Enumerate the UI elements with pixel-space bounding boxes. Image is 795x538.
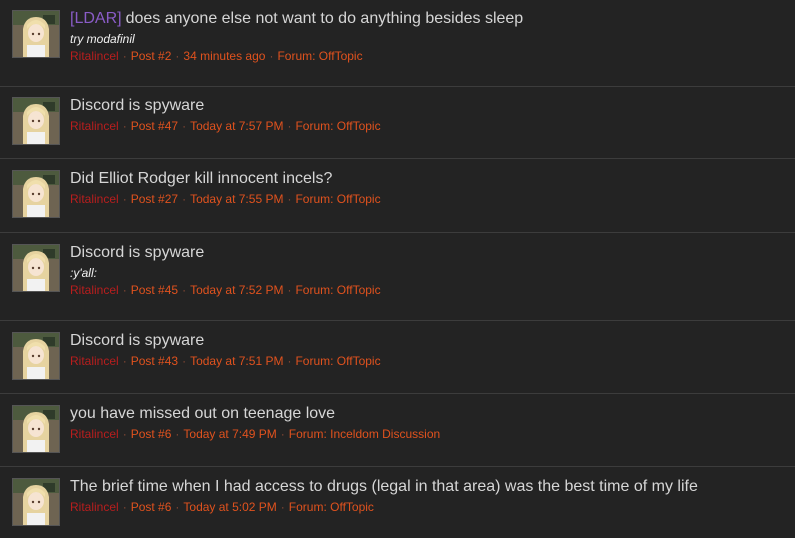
meta-separator: · (175, 427, 180, 441)
post-time: Today at 7:57 PM (190, 119, 284, 133)
post-number-link[interactable]: Post #47 (131, 119, 178, 133)
meta-separator: · (122, 500, 127, 514)
meta-separator: · (280, 500, 285, 514)
result-title: [LDAR] does anyone else not want to do an… (70, 8, 785, 30)
result-title: Discord is spyware (70, 330, 785, 352)
result-meta: Ritalincel · Post #27 · Today at 7:55 PM · For… (70, 190, 785, 208)
user-avatar[interactable] (12, 405, 60, 453)
meta-separator: · (269, 49, 274, 63)
result-meta: Ritalincel · Post #6 · Today at 7:49 PM · Foru… (70, 425, 785, 443)
meta-separator: · (122, 354, 127, 368)
meta-separator: · (182, 283, 187, 297)
username-link[interactable]: Ritalincel (70, 283, 119, 297)
forum-link[interactable]: Forum: OffTopic (295, 354, 380, 368)
username-link[interactable]: Ritalincel (70, 192, 119, 206)
user-avatar[interactable] (12, 332, 60, 380)
forum-link[interactable]: Forum: Inceldom Discussion (289, 427, 440, 441)
result-title: you have missed out on teenage love (70, 403, 785, 425)
post-time: Today at 7:55 PM (190, 192, 284, 206)
result-item: Discord is spyware Ritalincel · Post #47 · T… (0, 87, 795, 159)
post-time: Today at 7:51 PM (190, 354, 284, 368)
user-avatar[interactable] (12, 244, 60, 292)
meta-separator: · (182, 192, 187, 206)
thread-prefix[interactable]: [LDAR] (70, 10, 122, 27)
forum-link[interactable]: Forum: OffTopic (295, 192, 380, 206)
meta-separator: · (122, 192, 127, 206)
post-number-link[interactable]: Post #27 (131, 192, 178, 206)
anime-avatar-icon (13, 333, 59, 379)
forum-link[interactable]: Forum: OffTopic (295, 119, 380, 133)
meta-separator: · (182, 119, 187, 133)
post-time: Today at 7:52 PM (190, 283, 284, 297)
meta-separator: · (122, 49, 127, 63)
result-meta: Ritalincel · Post #43 · Today at 7:51 PM · For… (70, 352, 785, 370)
thread-title-link[interactable]: Did Elliot Rodger kill innocent incels? (70, 170, 332, 187)
username-link[interactable]: Ritalincel (70, 427, 119, 441)
username-link[interactable]: Ritalincel (70, 119, 119, 133)
post-time: 34 minutes ago (183, 49, 266, 63)
anime-avatar-icon (13, 406, 59, 452)
thread-title-link[interactable]: The brief time when I had access to drug… (70, 478, 698, 495)
meta-separator: · (287, 283, 292, 297)
result-title: The brief time when I had access to drug… (70, 476, 785, 498)
username-link[interactable]: Ritalincel (70, 49, 119, 63)
forum-link[interactable]: Forum: OffTopic (289, 500, 374, 514)
result-item: Discord is spyware :y'all: Ritalincel · Po… (0, 234, 795, 321)
user-avatar[interactable] (12, 170, 60, 218)
result-meta: Ritalincel · Post #6 · Today at 5:02 PM · Foru… (70, 498, 785, 516)
result-title: Did Elliot Rodger kill innocent incels? (70, 168, 785, 190)
forum-link[interactable]: Forum: OffTopic (277, 49, 362, 63)
result-item: Discord is spyware Ritalincel · Post #43 · T… (0, 322, 795, 394)
anime-avatar-icon (13, 11, 59, 57)
meta-separator: · (175, 500, 180, 514)
result-meta: Ritalincel · Post #47 · Today at 7:57 PM · For… (70, 117, 785, 135)
result-item: Did Elliot Rodger kill innocent incels? … (0, 160, 795, 233)
user-avatar[interactable] (12, 10, 60, 58)
username-link[interactable]: Ritalincel (70, 500, 119, 514)
meta-separator: · (182, 354, 187, 368)
anime-avatar-icon (13, 479, 59, 525)
forum-link[interactable]: Forum: OffTopic (295, 283, 380, 297)
post-number-link[interactable]: Post #6 (131, 427, 172, 441)
result-meta: Ritalincel · Post #45 · Today at 7:52 PM · For… (70, 281, 785, 299)
anime-avatar-icon (13, 98, 59, 144)
result-snippet: :y'all: (70, 266, 97, 280)
meta-separator: · (122, 119, 127, 133)
user-avatar[interactable] (12, 478, 60, 526)
meta-separator: · (280, 427, 285, 441)
result-item: [LDAR] does anyone else not want to do an… (0, 0, 795, 87)
meta-separator: · (175, 49, 180, 63)
search-results-list: [LDAR] does anyone else not want to do an… (0, 0, 795, 538)
post-number-link[interactable]: Post #6 (131, 500, 172, 514)
meta-separator: · (287, 192, 292, 206)
result-item: The brief time when I had access to drug… (0, 468, 795, 538)
meta-separator: · (287, 119, 292, 133)
post-number-link[interactable]: Post #45 (131, 283, 178, 297)
username-link[interactable]: Ritalincel (70, 354, 119, 368)
thread-title-link[interactable]: does anyone else not want to do anything… (126, 10, 524, 27)
post-time: Today at 7:49 PM (183, 427, 277, 441)
thread-title-link[interactable]: Discord is spyware (70, 244, 204, 261)
thread-title-link[interactable]: Discord is spyware (70, 332, 204, 349)
post-number-link[interactable]: Post #2 (131, 49, 172, 63)
meta-separator: · (287, 354, 292, 368)
result-title: Discord is spyware (70, 95, 785, 117)
post-number-link[interactable]: Post #43 (131, 354, 178, 368)
user-avatar[interactable] (12, 97, 60, 145)
thread-title-link[interactable]: you have missed out on teenage love (70, 405, 335, 422)
result-item: you have missed out on teenage love Rita… (0, 395, 795, 467)
meta-separator: · (122, 427, 127, 441)
result-snippet: try modafinil (70, 32, 135, 46)
result-meta: Ritalincel · Post #2 · 34 minutes ago · Forum:… (70, 47, 785, 65)
post-time: Today at 5:02 PM (183, 500, 277, 514)
anime-avatar-icon (13, 245, 59, 291)
thread-title-link[interactable]: Discord is spyware (70, 97, 204, 114)
result-title: Discord is spyware (70, 242, 785, 264)
meta-separator: · (122, 283, 127, 297)
anime-avatar-icon (13, 171, 59, 217)
